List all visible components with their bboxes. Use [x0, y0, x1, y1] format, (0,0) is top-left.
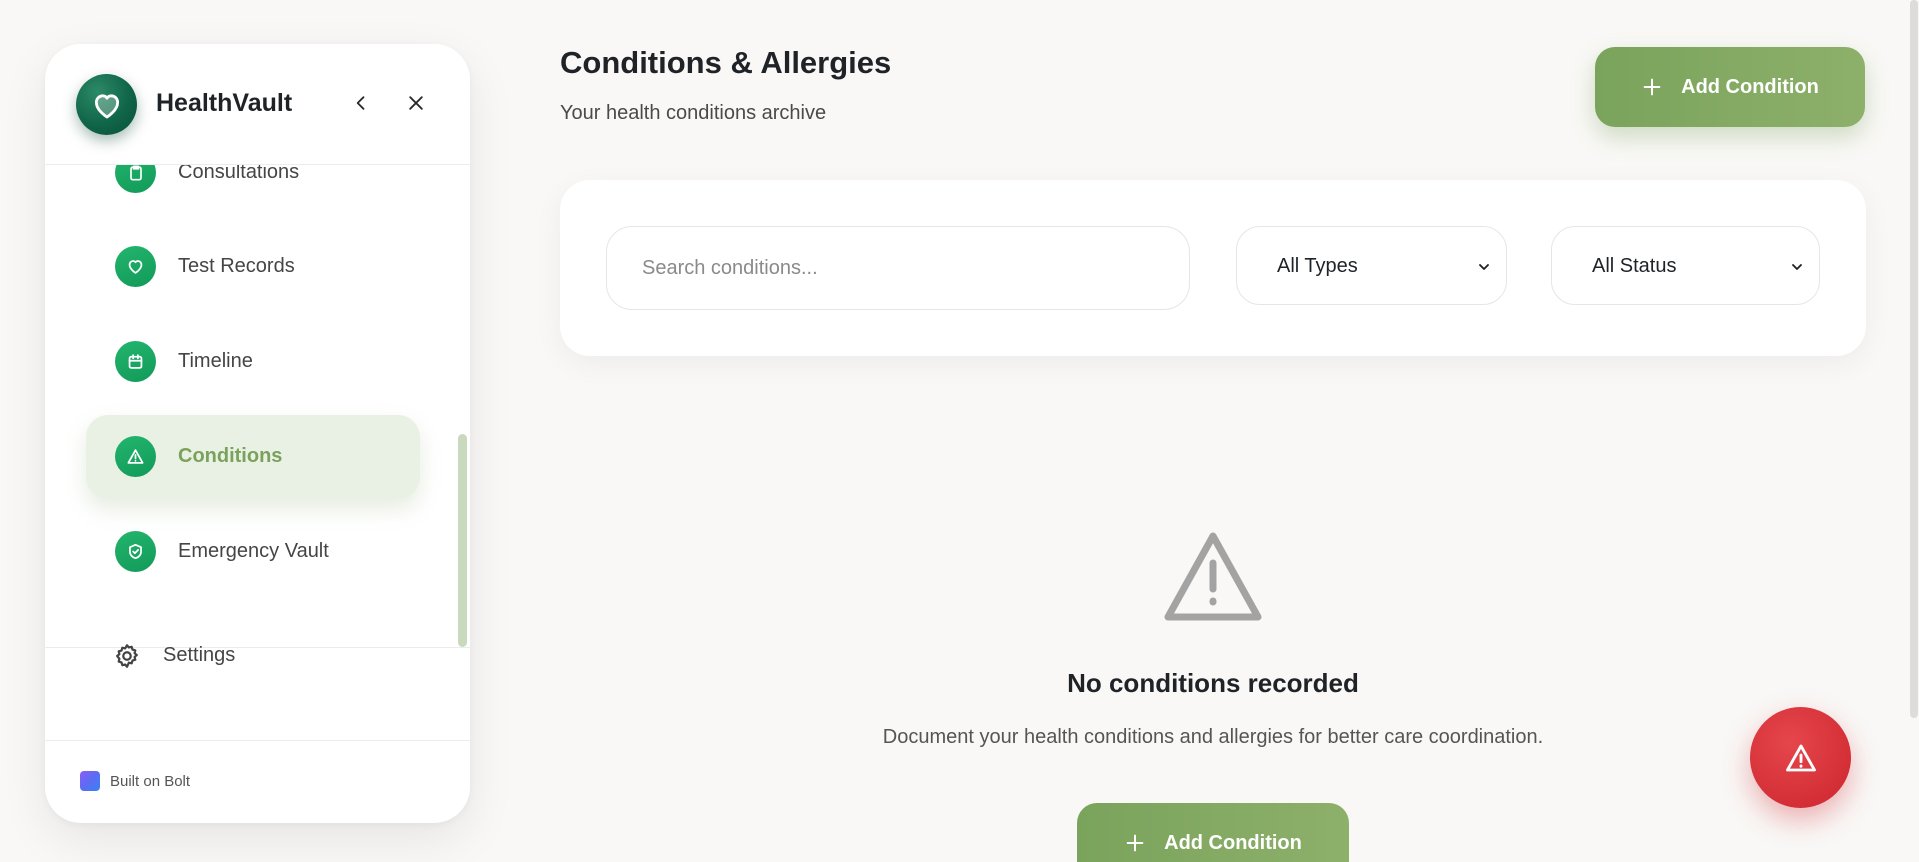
add-condition-empty-button[interactable]: Add Condition: [1077, 803, 1349, 862]
sidebar-item-test-records[interactable]: Test Records: [86, 225, 420, 309]
warning-icon: [1164, 532, 1262, 621]
settings-label: Settings: [163, 644, 236, 666]
add-condition-button[interactable]: Add Condition: [1595, 47, 1865, 127]
sidebar-item-timeline[interactable]: Timeline: [86, 320, 420, 404]
page-title: Conditions & Allergies: [560, 45, 892, 80]
page-scrollbar[interactable]: [1910, 0, 1918, 718]
search-input[interactable]: [606, 226, 1190, 310]
plus-icon: [1641, 76, 1663, 98]
sidebar-item-settings[interactable]: Settings: [113, 634, 363, 678]
emergency-fab-button[interactable]: [1750, 707, 1851, 808]
divider: [45, 740, 470, 741]
sidebar-item-emergency-vault[interactable]: Emergency Vault: [86, 510, 420, 594]
status-filter-select[interactable]: All Status: [1551, 226, 1820, 305]
heart-logo-icon: [76, 74, 137, 135]
chevron-left-icon: [356, 96, 365, 110]
collapse-sidebar-button[interactable]: [343, 85, 379, 121]
sidebar-header: HealthVault: [45, 44, 470, 165]
close-sidebar-button[interactable]: [398, 85, 434, 121]
chevron-down-icon: [1479, 264, 1489, 270]
sidebar-item-label: Emergency Vault: [178, 540, 329, 562]
sidebar-item-consultations[interactable]: Consultations: [86, 165, 420, 215]
sidebar-item-conditions[interactable]: Conditions: [86, 415, 420, 499]
warning-icon: [1785, 744, 1816, 771]
sidebar-item-label: Consultations: [178, 165, 300, 183]
heart-icon: [115, 246, 156, 287]
calendar-icon: [115, 341, 156, 382]
shield-icon: [115, 531, 156, 572]
sidebar-item-label: Test Records: [178, 255, 295, 277]
type-filter-select[interactable]: All Types: [1236, 226, 1507, 305]
sidebar-item-label: Timeline: [178, 350, 253, 372]
warning-icon: [115, 436, 156, 477]
bolt-logo-icon: [80, 771, 100, 791]
add-condition-label: Add Condition: [1164, 831, 1302, 854]
sidebar: HealthVault Consultations Test Records T…: [45, 44, 470, 823]
add-condition-label: Add Condition: [1681, 75, 1819, 98]
plus-icon: [1124, 832, 1146, 854]
type-filter-value: All Types: [1277, 255, 1358, 277]
empty-state-description: Document your health conditions and alle…: [882, 726, 1544, 748]
bolt-label: Built on Bolt: [110, 772, 191, 790]
close-icon: [409, 96, 423, 110]
sidebar-item-label: Conditions: [178, 445, 283, 467]
sidebar-nav: Consultations Test Records Timeline Cond…: [45, 165, 470, 647]
app-name: HealthVault: [156, 89, 293, 117]
chevron-down-icon: [1792, 264, 1802, 270]
status-filter-value: All Status: [1592, 255, 1677, 277]
page-subtitle: Your health conditions archive: [560, 102, 827, 124]
gear-icon: [116, 644, 138, 668]
page: HealthVault Consultations Test Records T…: [0, 0, 1919, 862]
clipboard-icon: [115, 165, 156, 193]
empty-state-title: No conditions recorded: [1067, 668, 1359, 698]
sidebar-scrollbar[interactable]: [458, 434, 467, 647]
built-on-bolt-link[interactable]: Built on Bolt: [80, 771, 190, 791]
